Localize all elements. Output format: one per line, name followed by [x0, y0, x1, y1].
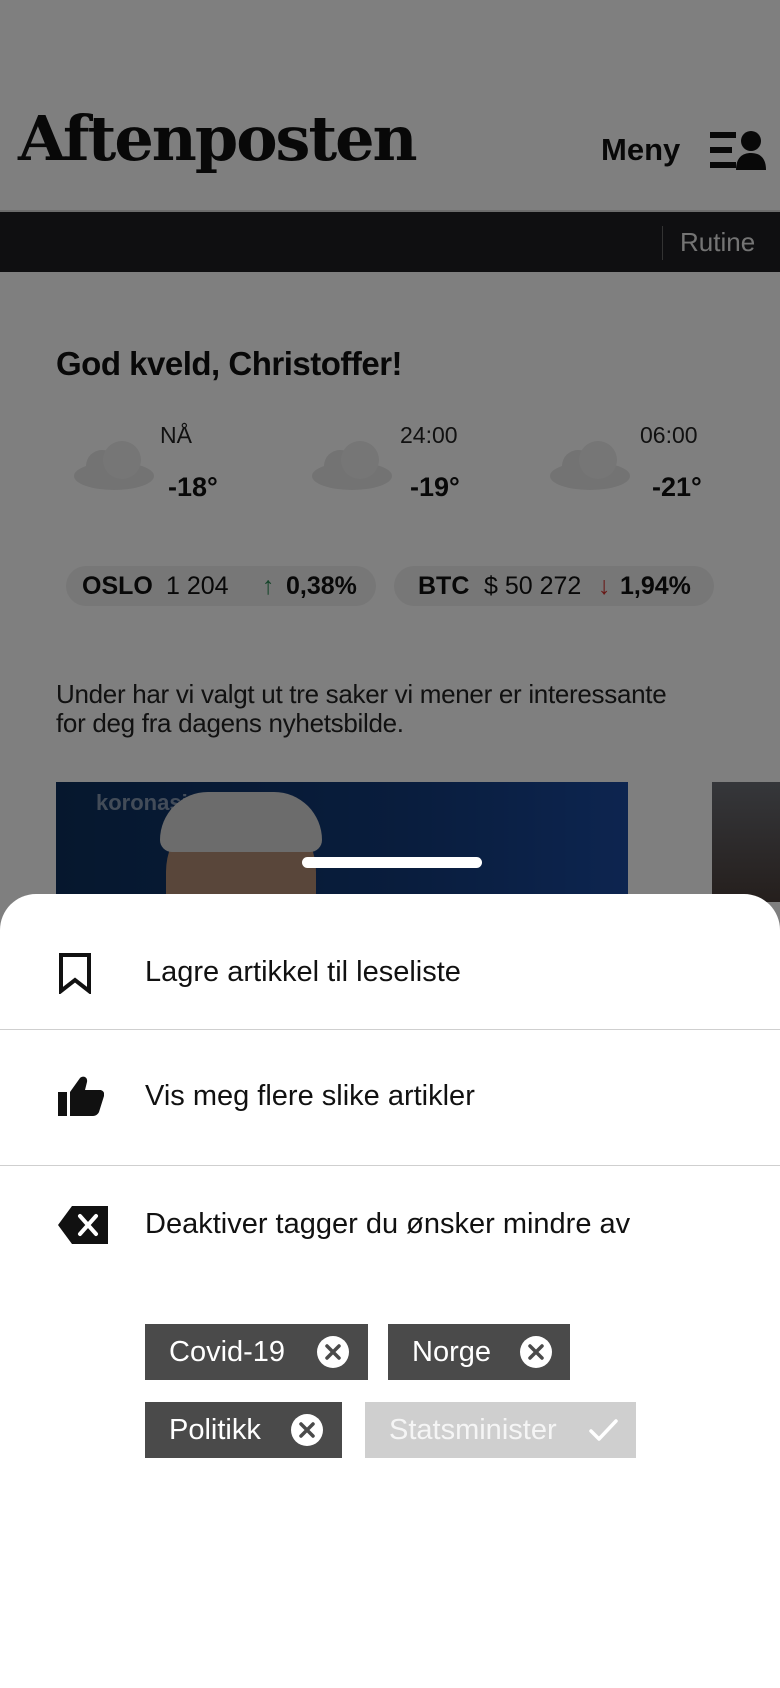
remove-tag-icon[interactable]: [291, 1414, 323, 1446]
tag-label: Norge: [412, 1336, 491, 1368]
checkmark-icon[interactable]: [587, 1414, 619, 1446]
bottom-sheet: Lagre artikkel til leseliste Vis meg fle…: [0, 894, 780, 1688]
tag-statsminister[interactable]: Statsminister: [365, 1402, 636, 1458]
tag-politikk[interactable]: Politikk: [145, 1402, 342, 1458]
bookmark-icon: [59, 953, 91, 994]
menu-item-label: Vis meg flere slike artikler: [145, 1080, 475, 1112]
thumbs-up-icon: [58, 1076, 104, 1116]
page: Aftenposten Meny Rutine God kveld, Chris…: [0, 0, 780, 1688]
backspace-icon: [58, 1206, 108, 1244]
tag-label: Statsminister: [389, 1414, 557, 1446]
tag-covid-19[interactable]: Covid-19: [145, 1324, 368, 1380]
tag-label: Covid-19: [169, 1336, 286, 1368]
sheet-drag-handle[interactable]: [302, 857, 482, 868]
menu-item-label: Deaktiver tagger du ønsker mindre av: [145, 1208, 631, 1240]
tag-label: Politikk: [169, 1414, 261, 1446]
save-to-reading-list-item[interactable]: Lagre artikkel til leseliste: [0, 894, 780, 1029]
deactivate-tags-item[interactable]: Deaktiver tagger du ønsker mindre av: [0, 1166, 780, 1306]
remove-tag-icon[interactable]: [520, 1336, 552, 1368]
remove-tag-icon[interactable]: [317, 1336, 349, 1368]
tag-norge[interactable]: Norge: [388, 1324, 570, 1380]
show-more-like-this-item[interactable]: Vis meg flere slike artikler: [0, 1030, 780, 1165]
menu-item-label: Lagre artikkel til leseliste: [145, 956, 461, 988]
